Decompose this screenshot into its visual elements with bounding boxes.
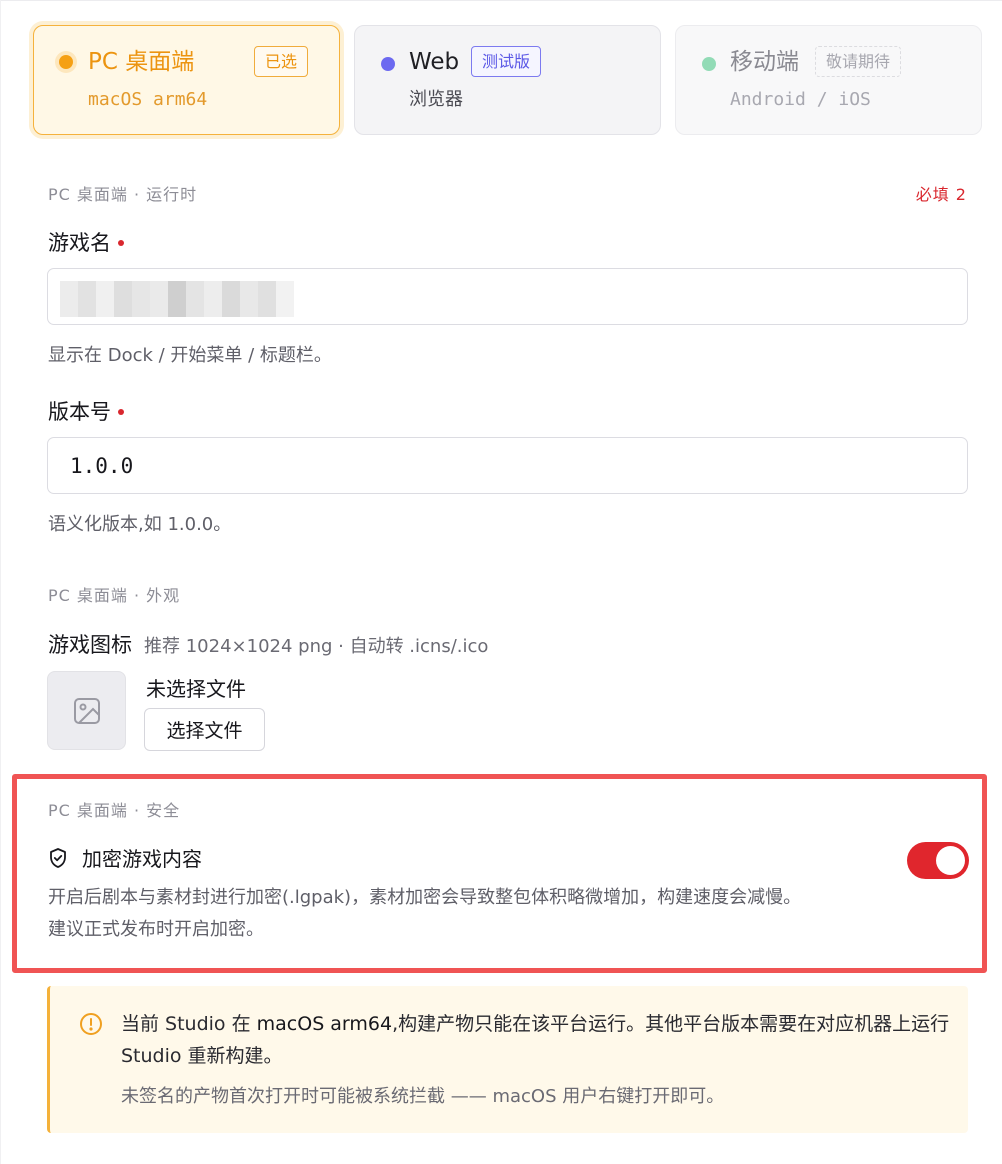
platform-notice: 当前 Studio 在 macOS arm64,构建产物只能在该平台运行。其他平… — [47, 986, 968, 1133]
image-placeholder-icon — [73, 697, 100, 724]
encrypt-description-line-2: 建议正式发布时开启加密。 — [48, 919, 264, 940]
game-icon-hint: 推荐 1024×1024 png · 自动转 .icns/.ico — [144, 636, 489, 657]
version-helper: 语义化版本,如 1.0.0。 — [48, 514, 232, 535]
security-section-label: PC 桌面端 · 安全 — [48, 801, 181, 820]
game-name-label: 游戏名 — [48, 227, 124, 257]
mobile-coming-soon-badge: 敬请期待 — [815, 46, 902, 77]
toggle-knob — [936, 846, 965, 875]
icon-preview — [47, 671, 126, 750]
shield-check-icon — [50, 847, 66, 868]
web-beta-badge: 测试版 — [471, 46, 542, 77]
appearance-section-label: PC 桌面端 · 外观 — [48, 586, 181, 605]
version-label-text: 版本号 — [48, 400, 111, 424]
choose-file-button[interactable]: 选择文件 — [144, 708, 265, 751]
runtime-section-label: PC 桌面端 · 运行时 — [48, 185, 198, 204]
game-name-input[interactable] — [47, 268, 968, 325]
mobile-card-title: 移动端 — [730, 49, 799, 75]
game-icon-label: 游戏图标 — [48, 633, 132, 657]
pc-card-title: PC 桌面端 — [88, 49, 195, 75]
platform-card-mobile: 移动端 敬请期待 Android / iOS — [675, 25, 982, 135]
notice-prefix: 当前 Studio 在 — [121, 1013, 257, 1035]
encrypt-toggle[interactable] — [907, 842, 969, 879]
pc-selected-badge: 已选 — [254, 46, 309, 77]
pc-status-dot — [59, 55, 73, 69]
version-input[interactable] — [47, 437, 968, 494]
mobile-status-dot — [702, 57, 716, 71]
version-label: 版本号 — [48, 396, 124, 426]
web-card-title: Web — [409, 49, 460, 75]
left-divider — [0, 0, 1, 1164]
platform-card-pc[interactable]: PC 桌面端 已选 macOS arm64 — [33, 25, 340, 135]
required-dot — [118, 409, 124, 415]
top-divider — [0, 0, 1002, 3]
game-icon-label-row: 游戏图标 推荐 1024×1024 png · 自动转 .icns/.ico — [48, 629, 488, 659]
encrypt-description: 开启后剧本与素材封进行加密(.lgpak)，素材加密会导致整包体积略微增加，构建… — [48, 882, 908, 946]
encrypt-description-line-1: 开启后剧本与素材封进行加密(.lgpak)，素材加密会导致整包体积略微增加，构建… — [48, 887, 802, 908]
notice-platform: macOS arm64 — [256, 1013, 393, 1035]
notice-sub-text: 未签名的产物首次打开时可能被系统拦截 —— macOS 用户右键打开即可。 — [121, 1086, 725, 1107]
web-status-dot — [381, 57, 395, 71]
game-name-label-text: 游戏名 — [48, 231, 111, 255]
notice-main-text: 当前 Studio 在 macOS arm64,构建产物只能在该平台运行。其他平… — [121, 1008, 951, 1072]
pc-card-subtitle: macOS arm64 — [88, 89, 208, 110]
encrypt-label: 加密游戏内容 — [82, 847, 202, 871]
web-card-subtitle: 浏览器 — [409, 89, 463, 110]
version-input-field[interactable] — [48, 438, 967, 493]
game-name-helper: 显示在 Dock / 开始菜单 / 标题栏。 — [48, 345, 332, 366]
redacted-value — [60, 281, 294, 317]
warning-circle-icon — [80, 1013, 102, 1035]
no-file-selected-text: 未选择文件 — [146, 677, 246, 701]
platform-card-web[interactable]: Web 测试版 浏览器 — [354, 25, 661, 135]
required-count: 必填 2 — [915, 185, 967, 204]
required-dot — [118, 240, 124, 246]
mobile-card-subtitle: Android / iOS — [730, 89, 871, 110]
encrypt-title: 加密游戏内容 — [48, 843, 202, 872]
